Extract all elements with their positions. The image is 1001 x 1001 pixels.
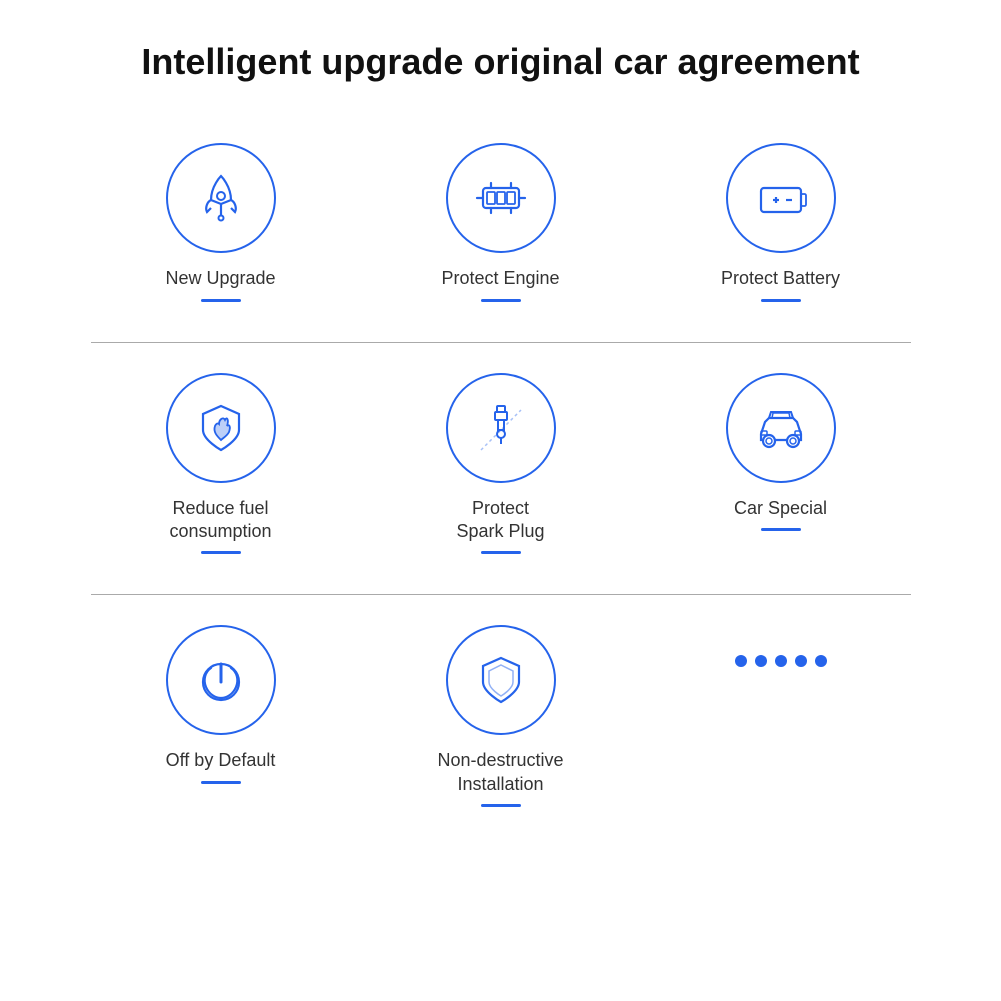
feature-car-special: Car Special [641,363,921,570]
non-destructive-underline [481,804,521,807]
feature-protect-engine: Protect Engine [361,133,641,316]
dot-5 [815,655,827,667]
divider-2 [91,594,911,595]
dot-1 [735,655,747,667]
feature-row-2: Reduce fuel consumption Protect Spark Pl… [0,363,1001,570]
page-title: Intelligent upgrade original car agreeme… [101,40,899,83]
non-destructive-label: Non-destructive Installation [437,749,563,796]
feature-new-upgrade: New Upgrade [81,133,361,316]
feature-off-default: Off by Default [81,615,361,822]
reduce-fuel-label: Reduce fuel consumption [169,497,271,544]
car-special-underline [761,528,801,531]
feature-reduce-fuel: Reduce fuel consumption [81,363,361,570]
protect-spark-underline [481,551,521,554]
feature-protect-battery: Protect Battery [641,133,921,316]
dot-3 [775,655,787,667]
off-default-underline [201,781,241,784]
feature-row-3: Off by Default Non-destructive Installat… [0,615,1001,822]
dot-2 [755,655,767,667]
new-upgrade-label: New Upgrade [165,267,275,290]
protect-battery-icon [726,143,836,253]
protect-spark-label: Protect Spark Plug [456,497,544,544]
protect-battery-underline [761,299,801,302]
non-destructive-icon [446,625,556,735]
protect-battery-label: Protect Battery [721,267,840,290]
feature-row-1: New Upgrade Protect Engine [0,133,1001,316]
new-upgrade-icon [166,143,276,253]
protect-spark-icon [446,373,556,483]
reduce-fuel-icon [166,373,276,483]
feature-protect-spark: Protect Spark Plug [361,363,641,570]
more-features-dots [641,615,921,822]
protect-engine-underline [481,299,521,302]
divider-1 [91,342,911,343]
feature-non-destructive: Non-destructive Installation [361,615,641,822]
off-default-icon [166,625,276,735]
reduce-fuel-underline [201,551,241,554]
off-default-label: Off by Default [166,749,276,772]
car-special-label: Car Special [734,497,827,520]
new-upgrade-underline [201,299,241,302]
protect-engine-label: Protect Engine [441,267,559,290]
dots-row [735,625,827,667]
protect-engine-icon [446,143,556,253]
dot-4 [795,655,807,667]
car-special-icon [726,373,836,483]
